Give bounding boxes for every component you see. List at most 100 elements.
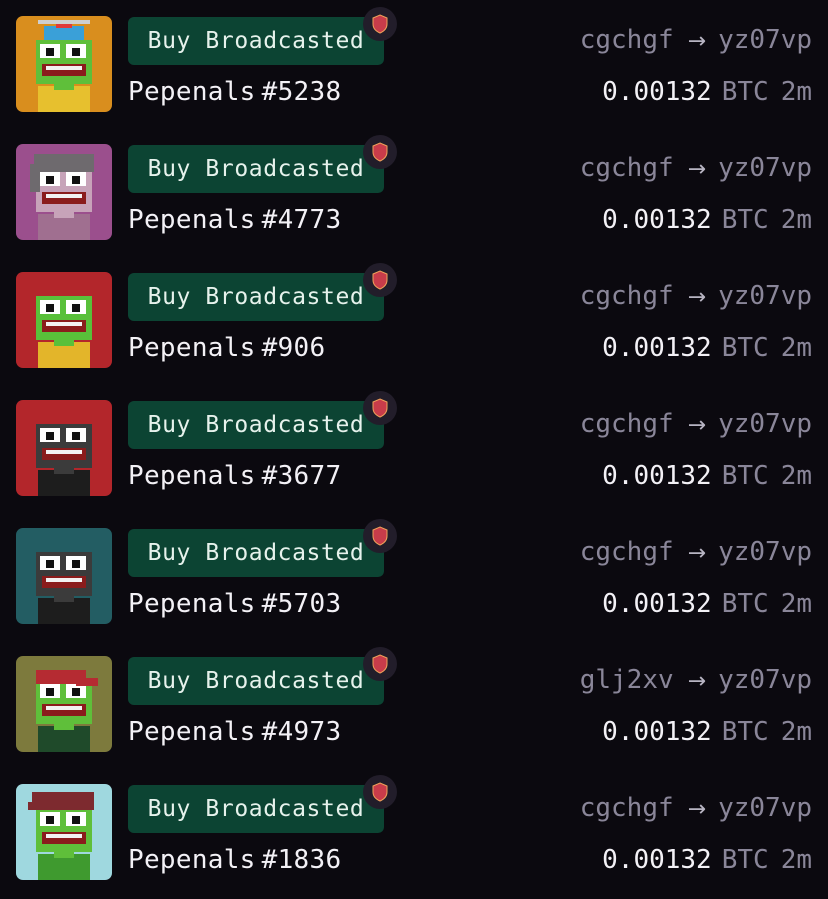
arrow-right-icon: → bbox=[687, 541, 707, 566]
arrow-right-icon: → bbox=[687, 157, 707, 182]
price-line: 0.00132 BTC 2m bbox=[602, 586, 812, 622]
transfer-route: cgchgf → yz07vp bbox=[580, 406, 812, 444]
item-number: #906 bbox=[261, 333, 326, 363]
collection-name: Pepenals bbox=[128, 461, 256, 491]
from-address[interactable]: glj2xv bbox=[580, 665, 674, 695]
price-amount: 0.00132 bbox=[602, 589, 712, 619]
item-name[interactable]: Pepenals #1836 bbox=[128, 842, 341, 878]
from-address[interactable]: cgchgf bbox=[580, 409, 674, 439]
item-name[interactable]: Pepenals #5238 bbox=[128, 74, 341, 110]
collection-name: Pepenals bbox=[128, 205, 256, 235]
time-ago: 2m bbox=[780, 717, 812, 747]
arrow-right-icon: → bbox=[687, 669, 707, 694]
transfer-route: cgchgf → yz07vp bbox=[580, 790, 812, 828]
list-item[interactable]: Buy Broadcasted Pepenals #4973 glj2xv → yz0… bbox=[0, 640, 828, 768]
nft-thumbnail[interactable] bbox=[16, 16, 112, 112]
arrow-right-icon: → bbox=[687, 285, 707, 310]
price-line: 0.00132 BTC 2m bbox=[602, 842, 812, 878]
price-amount: 0.00132 bbox=[602, 77, 712, 107]
from-address[interactable]: cgchgf bbox=[580, 25, 674, 55]
nft-thumbnail[interactable] bbox=[16, 400, 112, 496]
shield-icon bbox=[363, 135, 397, 169]
from-address[interactable]: cgchgf bbox=[580, 793, 674, 823]
item-number: #4973 bbox=[261, 717, 342, 747]
nft-thumbnail[interactable] bbox=[16, 528, 112, 624]
buy-broadcasted-badge: Buy Broadcasted bbox=[128, 273, 384, 321]
item-name[interactable]: Pepenals #5703 bbox=[128, 586, 341, 622]
item-number: #4773 bbox=[261, 205, 342, 235]
price-unit: BTC bbox=[721, 205, 769, 235]
transfer-route: cgchgf → yz07vp bbox=[580, 278, 812, 316]
item-number: #3677 bbox=[261, 461, 342, 491]
price-unit: BTC bbox=[721, 717, 769, 747]
collection-name: Pepenals bbox=[128, 845, 256, 875]
shield-icon bbox=[363, 775, 397, 809]
list-item[interactable]: Buy Broadcasted Pepenals #3677 cgchgf → yz0… bbox=[0, 384, 828, 512]
time-ago: 2m bbox=[780, 77, 812, 107]
transfer-route: cgchgf → yz07vp bbox=[580, 534, 812, 572]
collection-name: Pepenals bbox=[128, 717, 256, 747]
buy-broadcasted-badge: Buy Broadcasted bbox=[128, 145, 384, 193]
from-address[interactable]: cgchgf bbox=[580, 537, 674, 567]
to-address[interactable]: yz07vp bbox=[718, 793, 812, 823]
collection-name: Pepenals bbox=[128, 333, 256, 363]
list-item[interactable]: Buy Broadcasted Pepenals #4773 cgchgf → yz0… bbox=[0, 128, 828, 256]
price-line: 0.00132 BTC 2m bbox=[602, 202, 812, 238]
shield-icon bbox=[363, 391, 397, 425]
collection-name: Pepenals bbox=[128, 589, 256, 619]
to-address[interactable]: yz07vp bbox=[718, 153, 812, 183]
price-amount: 0.00132 bbox=[602, 333, 712, 363]
price-line: 0.00132 BTC 2m bbox=[602, 330, 812, 366]
price-line: 0.00132 BTC 2m bbox=[602, 714, 812, 750]
price-unit: BTC bbox=[721, 77, 769, 107]
price-unit: BTC bbox=[721, 461, 769, 491]
shield-icon bbox=[363, 7, 397, 41]
item-number: #1836 bbox=[261, 845, 342, 875]
item-number: #5703 bbox=[261, 589, 342, 619]
price-amount: 0.00132 bbox=[602, 205, 712, 235]
price-amount: 0.00132 bbox=[602, 845, 712, 875]
activity-feed: Buy Broadcasted Pepenals #5238 cgchgf → yz0… bbox=[0, 0, 828, 899]
shield-icon bbox=[363, 263, 397, 297]
item-number: #5238 bbox=[261, 77, 342, 107]
price-amount: 0.00132 bbox=[602, 717, 712, 747]
list-item[interactable]: Buy Broadcasted Pepenals #906 cgchgf → yz07… bbox=[0, 256, 828, 384]
price-amount: 0.00132 bbox=[602, 461, 712, 491]
to-address[interactable]: yz07vp bbox=[718, 25, 812, 55]
nft-thumbnail[interactable] bbox=[16, 272, 112, 368]
transfer-route: glj2xv → yz07vp bbox=[580, 662, 812, 700]
arrow-right-icon: → bbox=[687, 29, 707, 54]
buy-broadcasted-badge: Buy Broadcasted bbox=[128, 657, 384, 705]
price-line: 0.00132 BTC 2m bbox=[602, 458, 812, 494]
nft-thumbnail[interactable] bbox=[16, 144, 112, 240]
time-ago: 2m bbox=[780, 461, 812, 491]
to-address[interactable]: yz07vp bbox=[718, 537, 812, 567]
time-ago: 2m bbox=[780, 333, 812, 363]
from-address[interactable]: cgchgf bbox=[580, 281, 674, 311]
nft-thumbnail[interactable] bbox=[16, 784, 112, 880]
to-address[interactable]: yz07vp bbox=[718, 665, 812, 695]
transfer-route: cgchgf → yz07vp bbox=[580, 150, 812, 188]
time-ago: 2m bbox=[780, 589, 812, 619]
buy-broadcasted-badge: Buy Broadcasted bbox=[128, 401, 384, 449]
price-line: 0.00132 BTC 2m bbox=[602, 74, 812, 110]
arrow-right-icon: → bbox=[687, 797, 707, 822]
list-item[interactable]: Buy Broadcasted Pepenals #1836 cgchgf → yz0… bbox=[0, 768, 828, 896]
list-item[interactable]: Buy Broadcasted Pepenals #5238 cgchgf → yz0… bbox=[0, 0, 828, 128]
from-address[interactable]: cgchgf bbox=[580, 153, 674, 183]
price-unit: BTC bbox=[721, 333, 769, 363]
to-address[interactable]: yz07vp bbox=[718, 409, 812, 439]
arrow-right-icon: → bbox=[687, 413, 707, 438]
item-name[interactable]: Pepenals #4973 bbox=[128, 714, 341, 750]
item-name[interactable]: Pepenals #906 bbox=[128, 330, 325, 366]
item-name[interactable]: Pepenals #3677 bbox=[128, 458, 341, 494]
price-unit: BTC bbox=[721, 845, 769, 875]
nft-thumbnail[interactable] bbox=[16, 656, 112, 752]
transfer-route: cgchgf → yz07vp bbox=[580, 22, 812, 60]
price-unit: BTC bbox=[721, 589, 769, 619]
item-name[interactable]: Pepenals #4773 bbox=[128, 202, 341, 238]
shield-icon bbox=[363, 647, 397, 681]
to-address[interactable]: yz07vp bbox=[718, 281, 812, 311]
list-item[interactable]: Buy Broadcasted Pepenals #5703 cgchgf → yz0… bbox=[0, 512, 828, 640]
time-ago: 2m bbox=[780, 845, 812, 875]
